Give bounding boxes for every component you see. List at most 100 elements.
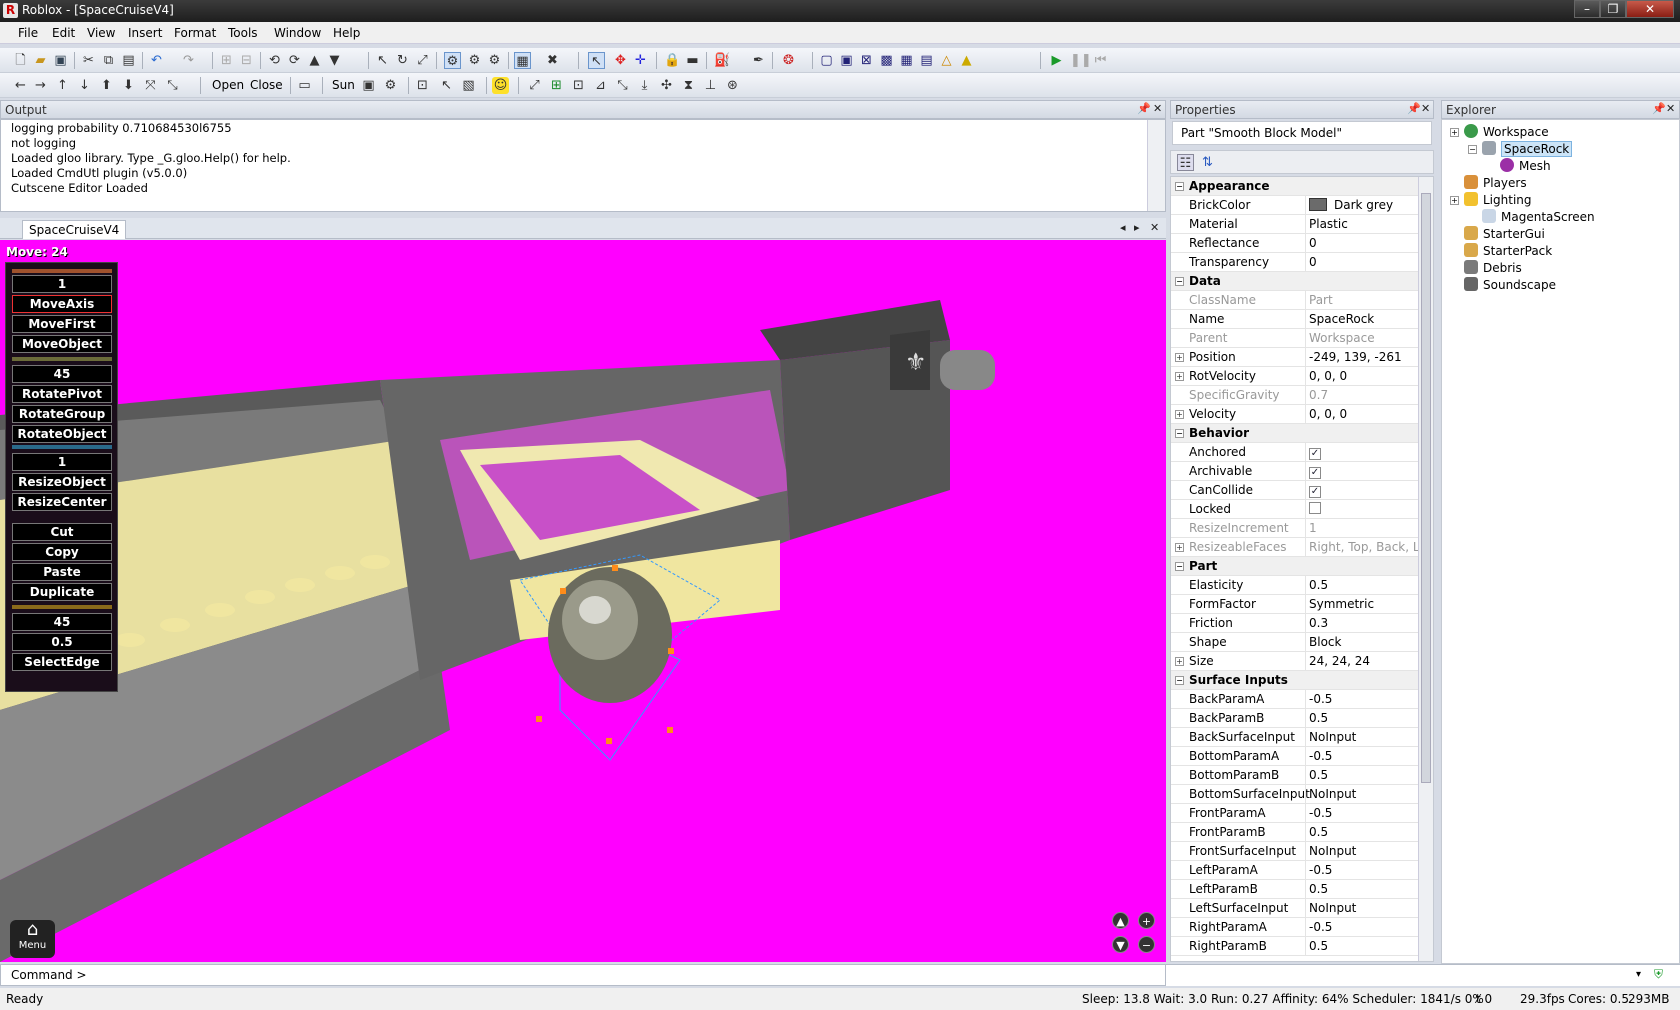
collapse-icon[interactable]: −	[1175, 676, 1184, 685]
property-row[interactable]: FormFactor Symmetric	[1171, 595, 1419, 614]
camera-icon[interactable]: ▭	[296, 77, 313, 94]
property-value[interactable]: -0.5	[1309, 863, 1419, 877]
property-row[interactable]: Transparency 0	[1171, 253, 1419, 272]
explorer-item-soundscape[interactable]: Soundscape	[1450, 277, 1556, 295]
property-row[interactable]: BottomParamB 0.5	[1171, 766, 1419, 785]
property-value[interactable]: NoInput	[1309, 787, 1419, 801]
close-document-icon[interactable]: ✕	[1150, 221, 1159, 234]
property-row[interactable]: LeftParamA -0.5	[1171, 861, 1419, 880]
menu-tools[interactable]: Tools	[228, 26, 258, 40]
surface-universal-icon[interactable]: ▤	[918, 52, 935, 69]
menu-file[interactable]: File	[18, 26, 38, 40]
dropper-icon[interactable]: ✒	[750, 52, 767, 69]
property-value[interactable]: NoInput	[1309, 901, 1419, 915]
menu-window[interactable]: Window	[274, 26, 321, 40]
plugin-gloo-icon[interactable]: ⚙	[444, 52, 461, 69]
expand-icon[interactable]: +	[1175, 372, 1184, 381]
property-row[interactable]: FrontParamB 0.5	[1171, 823, 1419, 842]
property-checkbox[interactable]: ✓	[1309, 483, 1419, 498]
menu-edit[interactable]: Edit	[52, 26, 75, 40]
surface-glue-icon[interactable]: ▣	[838, 52, 855, 69]
property-row[interactable]: BrickColor Dark grey	[1171, 196, 1419, 215]
build-tool-7-icon[interactable]: ✣	[658, 77, 675, 94]
sort-alpha-icon[interactable]: ⇅	[1199, 154, 1216, 171]
pan-right-icon[interactable]: →	[32, 77, 49, 94]
close-icon[interactable]: ✕	[1666, 102, 1675, 115]
resizeobject-button[interactable]: ResizeObject	[12, 473, 112, 491]
collapse-icon[interactable]: −	[1175, 562, 1184, 571]
surface-inlet-icon[interactable]: ▦	[898, 52, 915, 69]
menu-format[interactable]: Format	[174, 26, 216, 40]
camera-tilt-down-icon[interactable]: ▼	[1112, 936, 1129, 953]
close-icon[interactable]: ✕	[1153, 102, 1162, 115]
property-category[interactable]: − Behavior	[1171, 424, 1419, 443]
property-value[interactable]: 0.5	[1309, 578, 1419, 592]
resizecenter-button[interactable]: ResizeCenter	[12, 493, 112, 511]
select-threshold-value[interactable]: 0.5	[12, 633, 112, 651]
copy-icon[interactable]: ⧉	[100, 52, 117, 69]
rotate-right-icon[interactable]: ⟳	[286, 52, 303, 69]
command-bar[interactable]: Command >	[0, 964, 1166, 986]
rotate-increment-value[interactable]: 45	[12, 365, 112, 383]
move-cross-icon[interactable]: ✥	[612, 52, 629, 69]
explorer-item-lighting[interactable]: + Lighting	[1450, 192, 1532, 210]
property-row[interactable]: Archivable ✓	[1171, 462, 1419, 481]
property-row[interactable]: RightParamB 0.5	[1171, 937, 1419, 956]
rotatepivot-button[interactable]: RotatePivot	[12, 385, 112, 403]
property-row[interactable]: SpecificGravity 0.7	[1171, 386, 1419, 405]
pan-left-icon[interactable]: ←	[12, 77, 29, 94]
build-tool-2-icon[interactable]: ⊞	[548, 77, 565, 94]
checkmark-icon[interactable]: ✓	[1309, 448, 1321, 460]
duplicate-button[interactable]: Duplicate	[12, 583, 112, 601]
property-checkbox[interactable]: ✓	[1309, 464, 1419, 479]
tab-spacecruisev4[interactable]: SpaceCruiseV4	[22, 220, 127, 239]
property-value[interactable]: 24, 24, 24	[1309, 654, 1419, 668]
rotategroup-button[interactable]: RotateGroup	[12, 405, 112, 423]
property-row[interactable]: LeftParamB 0.5	[1171, 880, 1419, 899]
empty-checkbox-icon[interactable]	[1309, 502, 1321, 514]
moveobject-button[interactable]: MoveObject	[12, 335, 112, 353]
build-tool-5-icon[interactable]: ⤡	[614, 77, 631, 94]
zoom-extents-icon[interactable]: ⤧	[142, 77, 159, 94]
property-checkbox[interactable]: ✓	[1309, 445, 1419, 460]
property-row[interactable]: RightParamA -0.5	[1171, 918, 1419, 937]
collapse-icon[interactable]: −	[1175, 277, 1184, 286]
property-category[interactable]: − Surface Inputs	[1171, 671, 1419, 690]
tools-icon[interactable]: ✖	[544, 52, 561, 69]
property-grid-scrollbar[interactable]	[1418, 177, 1433, 961]
property-value[interactable]: SpaceRock	[1309, 312, 1419, 326]
pause-icon[interactable]: ❚❚	[1070, 52, 1092, 69]
property-row[interactable]: Friction 0.3	[1171, 614, 1419, 633]
paint-bucket-icon[interactable]: ⛽	[714, 52, 731, 69]
close-icon[interactable]: ✕	[1421, 102, 1430, 115]
open-folder-icon[interactable]: ▰	[32, 52, 49, 69]
anchor-bar-icon[interactable]: ▬	[684, 52, 701, 69]
property-row[interactable]: Material Plastic	[1171, 215, 1419, 234]
group-icon[interactable]: ⊞	[218, 52, 235, 69]
scrollbar-thumb[interactable]	[1421, 193, 1431, 783]
property-category[interactable]: − Data	[1171, 272, 1419, 291]
property-value[interactable]: -0.5	[1309, 806, 1419, 820]
property-row[interactable]: + Position -249, 139, -261	[1171, 348, 1419, 367]
rotateobject-button[interactable]: RotateObject	[12, 425, 112, 443]
rotate-left-icon[interactable]: ⟲	[266, 52, 283, 69]
property-row[interactable]: BackSurfaceInput NoInput	[1171, 728, 1419, 747]
property-value[interactable]: 0, 0, 0	[1309, 407, 1419, 421]
property-row[interactable]: Name SpaceRock	[1171, 310, 1419, 329]
property-grid[interactable]: − Appearance BrickColor Dark grey Material Pl…	[1170, 176, 1434, 962]
pin-icon[interactable]: 📌	[1652, 102, 1666, 115]
new-icon[interactable]: 🗋	[12, 52, 29, 69]
property-row[interactable]: Parent Workspace	[1171, 329, 1419, 348]
property-row[interactable]: BackParamB 0.5	[1171, 709, 1419, 728]
look-at-icon[interactable]: ⤡	[164, 77, 181, 94]
undo-icon[interactable]: ↶	[148, 52, 165, 69]
expand-icon[interactable]: +	[1175, 543, 1184, 552]
property-row[interactable]: LeftSurfaceInput NoInput	[1171, 899, 1419, 918]
record-icon[interactable]: ⚙	[382, 77, 399, 94]
tilt-down-icon[interactable]: ↓	[76, 77, 93, 94]
resize-tool-icon[interactable]: ⤢	[414, 52, 431, 69]
property-checkbox[interactable]	[1309, 502, 1419, 517]
cut-icon[interactable]: ✂	[80, 52, 97, 69]
property-value[interactable]: 0.3	[1309, 616, 1419, 630]
plugin-script-icon[interactable]: ▦	[514, 52, 531, 69]
